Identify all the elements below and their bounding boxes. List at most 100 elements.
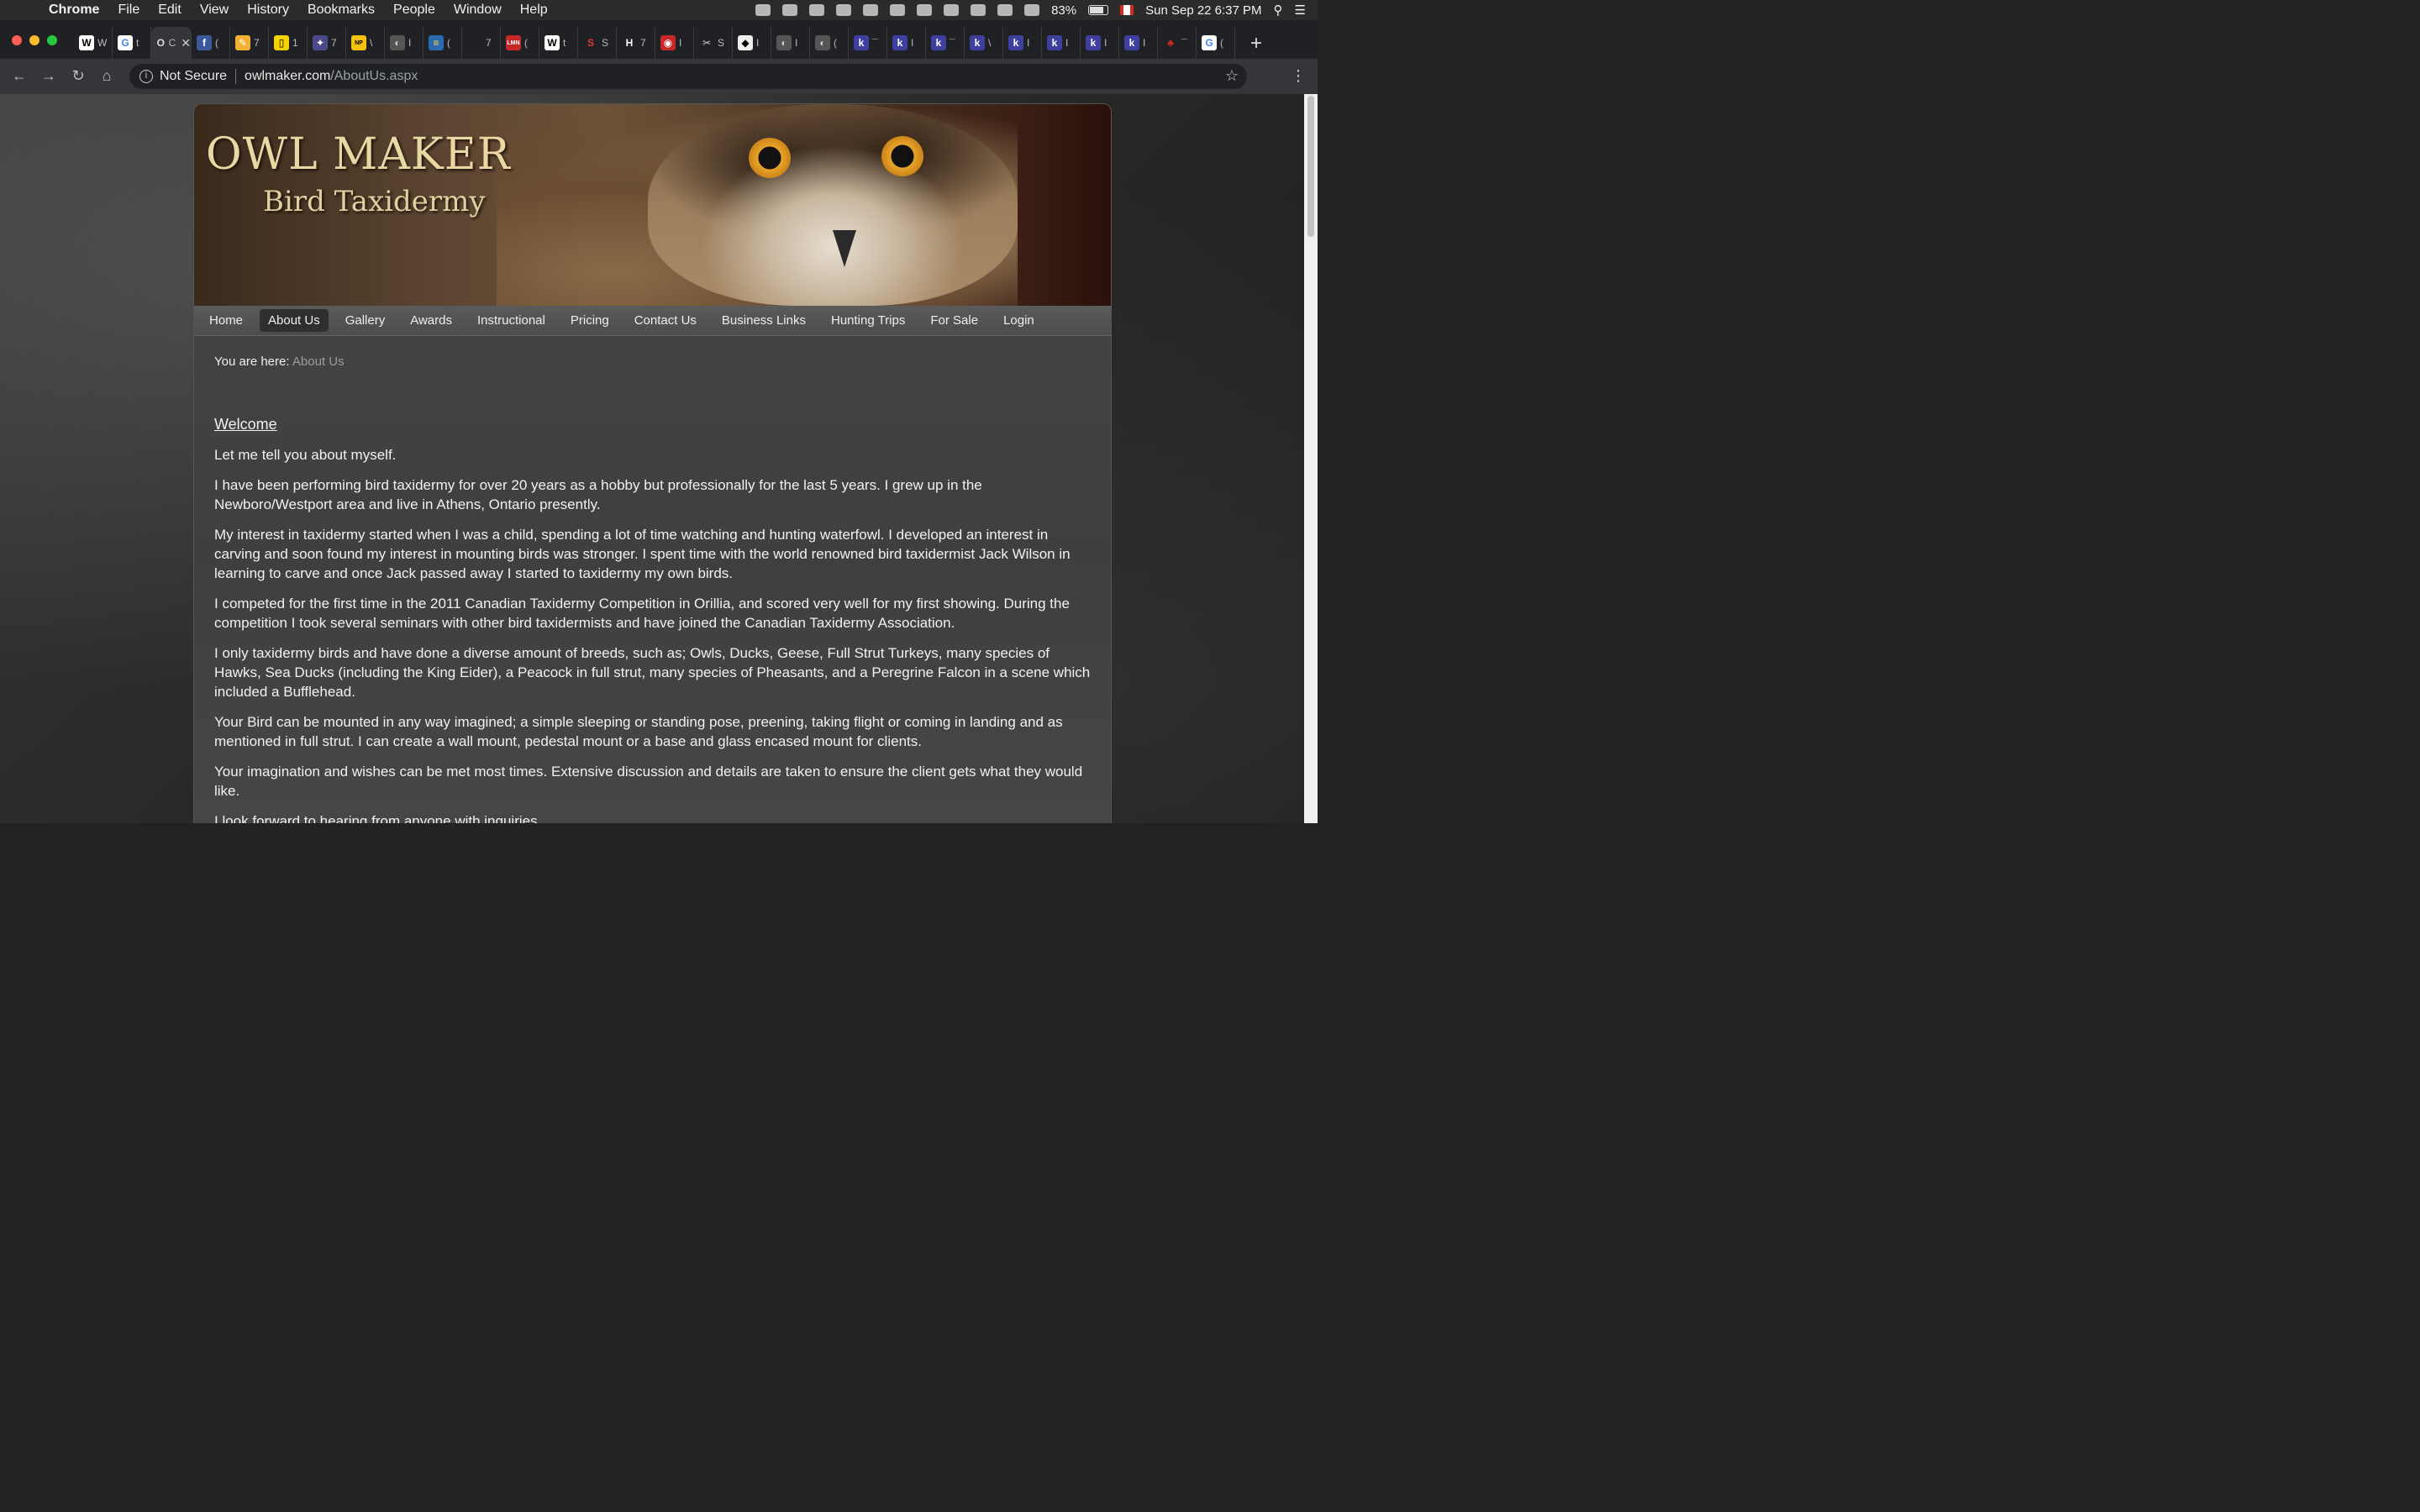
nav-instructional[interactable]: Instructional [469, 309, 554, 332]
sync-icon[interactable] [782, 4, 798, 16]
app-menu-chrome[interactable]: Chrome [49, 3, 99, 18]
chrome-menu-button[interactable]: ⋮ [1291, 67, 1306, 85]
display-icon[interactable] [809, 4, 825, 16]
browser-tab[interactable]: ◆ I [733, 27, 771, 59]
browser-tab[interactable]: k ¯ [926, 27, 965, 59]
browser-tab[interactable]: kI [1003, 27, 1042, 59]
tab-favicon-icon: k [1008, 35, 1023, 50]
menu-window[interactable]: Window [454, 3, 502, 18]
browser-tab[interactable]: kI [887, 27, 926, 59]
browser-tab[interactable]: ◐ I [385, 27, 424, 59]
page-scrollbar[interactable] [1304, 94, 1318, 823]
time-machine-icon[interactable] [944, 4, 960, 16]
close-tab-icon[interactable]: ✕ [181, 36, 191, 50]
main-content: Welcome Let me tell you about myself. I … [214, 415, 1097, 823]
new-tab-button[interactable]: + [1250, 32, 1262, 55]
minimize-window-button[interactable] [29, 35, 39, 45]
close-window-button[interactable] [12, 35, 22, 45]
volume-icon[interactable] [1024, 4, 1040, 16]
browser-tab[interactable]: 7 [462, 27, 501, 59]
menu-people[interactable]: People [393, 3, 435, 18]
browser-tab[interactable]: ▯ 1 [269, 27, 308, 59]
browser-tab[interactable]: ✦ 7 [308, 27, 346, 59]
browser-tab[interactable]: f( [192, 27, 230, 59]
url-host[interactable]: owlmaker.com [245, 69, 330, 84]
browser-tab[interactable]: Gt [113, 27, 151, 59]
menu-help[interactable]: Help [520, 3, 548, 18]
browser-tab[interactable]: ♣ ¯ [1158, 27, 1197, 59]
browser-tab[interactable]: k ¯ [849, 27, 887, 59]
browser-tab[interactable]: WW [74, 27, 113, 59]
wifi-icon[interactable] [997, 4, 1013, 16]
accessibility-icon[interactable] [890, 4, 906, 16]
nav-for-sale[interactable]: For Sale [922, 309, 986, 332]
nav-business-links[interactable]: Business Links [713, 309, 814, 332]
browser-tab[interactable]: ≡( [424, 27, 462, 59]
paragraph: I have been performing bird taxidermy fo… [214, 477, 982, 512]
owl-face-image [648, 104, 1018, 306]
browser-tab[interactable]: ✎ 7 [230, 27, 269, 59]
nav-pricing[interactable]: Pricing [562, 309, 618, 332]
url-path[interactable]: /AboutUs.aspx [330, 69, 418, 84]
tab-active[interactable]: O C ✕ [151, 27, 192, 59]
tab-favicon-icon: ◐ [815, 35, 830, 50]
browser-tab[interactable]: ◐( [810, 27, 849, 59]
security-status[interactable]: Not Secure [160, 69, 227, 84]
menu-edit[interactable]: Edit [158, 3, 182, 18]
notification-center-icon[interactable]: ☰ [1295, 3, 1306, 18]
browser-tab[interactable]: ✂ S [694, 27, 733, 59]
input-source-flag-icon[interactable] [1120, 5, 1134, 15]
browser-tab[interactable]: SS [578, 27, 617, 59]
forward-button[interactable]: → [39, 66, 58, 85]
nav-gallery[interactable]: Gallery [337, 309, 394, 332]
scrollbar-thumb[interactable] [1307, 96, 1314, 237]
creative-cloud-icon[interactable] [755, 4, 771, 16]
site-container: OWL MAKER Bird Taxidermy Home About Us G… [193, 103, 1112, 823]
nav-contact-us[interactable]: Contact Us [626, 309, 705, 332]
tab-favicon-icon: k [1047, 35, 1062, 50]
airplay-icon[interactable] [917, 4, 933, 16]
menu-file[interactable]: File [118, 3, 139, 18]
home-button[interactable]: ⌂ [97, 66, 116, 85]
malwarebytes-icon[interactable] [836, 4, 852, 16]
owl-left-eye [749, 138, 791, 178]
clock[interactable]: Sun Sep 22 6:37 PM [1145, 3, 1261, 18]
paragraph: I competed for the first time in the 201… [214, 596, 1070, 631]
browser-tab[interactable]: Wt [539, 27, 578, 59]
menu-history[interactable]: History [247, 3, 289, 18]
browser-tab[interactable]: kI [1081, 27, 1119, 59]
site-logo-subtitle[interactable]: Bird Taxidermy [263, 185, 486, 218]
browser-tab[interactable]: k \ [965, 27, 1003, 59]
browser-tab[interactable]: ◐ I [771, 27, 810, 59]
paragraph: I look forward to hearing from anyone wi… [214, 813, 542, 823]
bluetooth-icon[interactable] [971, 4, 986, 16]
site-info-icon[interactable]: i [139, 70, 153, 83]
nav-hunting-trips[interactable]: Hunting Trips [823, 309, 913, 332]
back-button[interactable]: ← [10, 66, 29, 85]
tab-title: 1 [292, 37, 298, 49]
nav-about-us[interactable]: About Us [260, 309, 329, 332]
browser-tab[interactable]: G( [1197, 27, 1235, 59]
nav-awards[interactable]: Awards [402, 309, 460, 332]
battery-icon[interactable] [1088, 5, 1109, 15]
browser-tab[interactable]: LMN( [501, 27, 539, 59]
nav-home[interactable]: Home [201, 309, 251, 332]
tab-favicon-icon: ◉ [660, 35, 676, 50]
bookmark-star-icon[interactable]: ☆ [1225, 67, 1239, 85]
browser-tab[interactable]: ◉ I [655, 27, 694, 59]
menu-bookmarks[interactable]: Bookmarks [308, 3, 375, 18]
tab-title: I [1027, 37, 1030, 49]
site-logo-title[interactable]: OWL MAKER [206, 129, 511, 180]
browser-tab[interactable]: NP \ [346, 27, 385, 59]
menu-view[interactable]: View [200, 3, 229, 18]
app-status-icon[interactable] [863, 4, 879, 16]
spotlight-search-icon[interactable]: ⚲ [1274, 3, 1283, 18]
address-bar[interactable]: i Not Secure owlmaker.com /AboutUs.aspx … [129, 64, 1247, 89]
browser-tab[interactable]: H7 [617, 27, 655, 59]
zoom-window-button[interactable] [47, 35, 57, 45]
browser-tab[interactable]: kI [1042, 27, 1081, 59]
browser-tab[interactable]: kI [1119, 27, 1158, 59]
page-viewport: OWL MAKER Bird Taxidermy Home About Us G… [0, 94, 1304, 823]
nav-login[interactable]: Login [995, 309, 1043, 332]
reload-button[interactable]: ↻ [69, 66, 87, 85]
